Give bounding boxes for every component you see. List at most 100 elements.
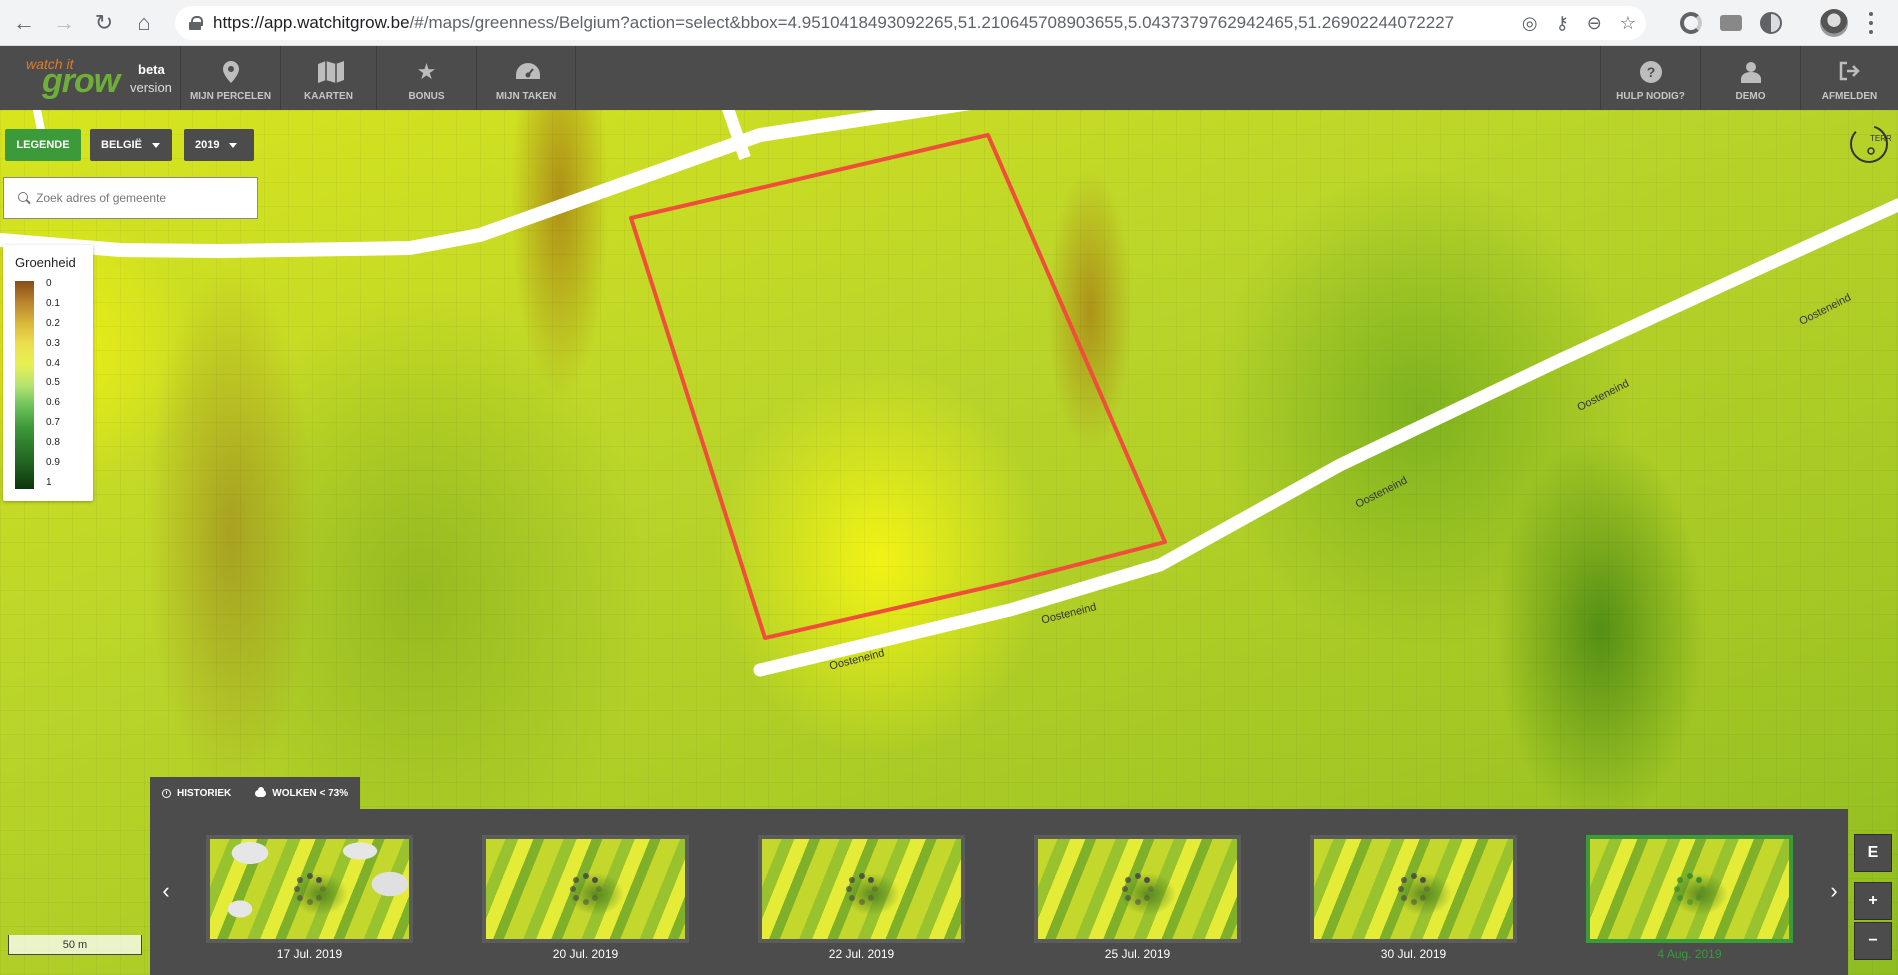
star-icon: ★ bbox=[416, 59, 437, 84]
spinner-dot bbox=[845, 886, 852, 892]
timeline-item[interactable]: 25 Jul. 2019 bbox=[1034, 835, 1241, 961]
nav-kaarten[interactable]: KAARTEN bbox=[280, 46, 376, 110]
nav-mijn-taken[interactable]: MIJN TAKEN bbox=[476, 46, 576, 110]
spinner-dot bbox=[1695, 876, 1702, 883]
loading-spinner-icon bbox=[1673, 872, 1707, 906]
map-e-button[interactable]: E bbox=[1854, 834, 1892, 872]
spinner-dot bbox=[591, 876, 598, 883]
extension-icon[interactable] bbox=[1760, 12, 1782, 34]
nav-label: DEMO bbox=[1735, 91, 1766, 102]
timeline-item[interactable]: 20 Jul. 2019 bbox=[482, 835, 689, 961]
legend-tick: 0.3 bbox=[46, 337, 60, 349]
spinner-dot bbox=[1686, 873, 1693, 879]
map-icon bbox=[317, 61, 344, 83]
spinner-dot bbox=[867, 895, 874, 902]
help-icon: ? bbox=[1639, 61, 1662, 83]
spinner-dot bbox=[1695, 895, 1702, 902]
star-icon[interactable]: ☆ bbox=[1620, 13, 1636, 34]
region-dropdown[interactable]: BELGIË bbox=[90, 129, 172, 161]
spinner-dot bbox=[1419, 876, 1426, 883]
legend-color-ramp bbox=[15, 281, 34, 489]
extension-icon[interactable] bbox=[1680, 12, 1702, 34]
timeline-date: 20 Jul. 2019 bbox=[552, 947, 619, 961]
nav-label: BONUS bbox=[408, 91, 445, 102]
spinner-dot bbox=[1125, 895, 1132, 902]
scale-bar: 50 m bbox=[8, 935, 142, 955]
nav-hulp[interactable]: ? HULP NODIG? bbox=[1600, 46, 1700, 110]
timeline-thumbnail[interactable] bbox=[206, 835, 413, 943]
spinner-dot bbox=[1686, 899, 1693, 905]
timeline-thumbnail[interactable] bbox=[482, 835, 689, 943]
tab-wolken[interactable]: WOLKEN < 73% bbox=[255, 786, 349, 799]
spinner-dot bbox=[849, 895, 856, 902]
tab-label: WOLKEN < 73% bbox=[272, 787, 349, 799]
spinner-dot bbox=[306, 873, 313, 879]
zoom-out-icon[interactable]: ⊖ bbox=[1587, 13, 1602, 34]
spinner-dot bbox=[871, 886, 878, 892]
timeline-thumbnail[interactable] bbox=[1034, 835, 1241, 943]
timeline-item[interactable]: 22 Jul. 2019 bbox=[758, 835, 965, 961]
nav-label: HULP NODIG? bbox=[1616, 91, 1685, 102]
spinner-dot bbox=[1401, 895, 1408, 902]
legende-button[interactable]: LEGENDE bbox=[5, 129, 81, 161]
browser-menu-icon[interactable] bbox=[1868, 12, 1874, 34]
spinner-dot bbox=[867, 876, 874, 883]
spinner-dot bbox=[297, 876, 304, 883]
reload-icon[interactable]: ↻ bbox=[84, 0, 124, 46]
home-icon[interactable]: ⌂ bbox=[124, 0, 164, 46]
spinner-dot bbox=[582, 899, 589, 905]
year-value: 2019 bbox=[195, 139, 220, 151]
road-label: Oosteneind bbox=[1354, 474, 1410, 510]
cast-icon[interactable] bbox=[1720, 15, 1742, 31]
spinner-dot bbox=[569, 886, 576, 892]
watchitgrow-logo[interactable]: watch it grow beta version bbox=[20, 52, 180, 104]
address-bar[interactable]: https://app.watchitgrow.be/#/maps/greenn… bbox=[175, 6, 1646, 40]
image-timeline: ‹ 17 Jul. 2019 20 Jul. 2019 22 Jul. 2019… bbox=[150, 809, 1848, 975]
nav-afmelden[interactable]: AFMELDEN bbox=[1800, 46, 1898, 110]
tab-historiek[interactable]: HISTORIEK bbox=[162, 788, 231, 799]
key-icon[interactable]: ⚷ bbox=[1556, 13, 1569, 34]
legend-tick: 0 bbox=[46, 278, 52, 289]
timeline-thumbnail[interactable] bbox=[758, 835, 965, 943]
prev-arrow-icon[interactable]: ‹ bbox=[156, 879, 176, 903]
url-text[interactable]: https://app.watchitgrow.be/#/maps/greenn… bbox=[213, 13, 1513, 33]
spinner-dot bbox=[1677, 895, 1684, 902]
greenness-map[interactable]: Oosteneind Oosteneind Oosteneind Oostene… bbox=[0, 110, 1898, 975]
address-search[interactable] bbox=[3, 177, 258, 219]
spinner-dot bbox=[1147, 886, 1154, 892]
spinner-dot bbox=[1401, 876, 1408, 883]
nav-label: MIJN PERCELEN bbox=[189, 91, 272, 102]
legend-tick: 0.4 bbox=[46, 357, 60, 369]
timeline-thumbnail[interactable] bbox=[1586, 835, 1793, 943]
year-dropdown[interactable]: 2019 bbox=[184, 129, 254, 161]
spinner-dot bbox=[858, 873, 865, 879]
location-icon[interactable]: ◎ bbox=[1522, 13, 1538, 34]
spinner-dot bbox=[319, 886, 326, 892]
spinner-dot bbox=[1134, 899, 1141, 905]
timeline-tabs: HISTORIEK WOLKEN < 73% bbox=[150, 777, 361, 809]
parcel-outline[interactable] bbox=[629, 133, 1167, 640]
spinner-dot bbox=[591, 895, 598, 902]
zoom-in-button[interactable]: + bbox=[1854, 882, 1892, 920]
spinner-dot bbox=[315, 895, 322, 902]
nav-bonus[interactable]: ★ BONUS bbox=[376, 46, 476, 110]
timeline-item-active[interactable]: 4 Aug. 2019 bbox=[1586, 835, 1793, 961]
spinner-dot bbox=[297, 895, 304, 902]
back-icon[interactable]: ← bbox=[4, 0, 44, 46]
nav-mijn-percelen[interactable]: MIJN PERCELEN bbox=[180, 46, 280, 110]
nav-demo[interactable]: DEMO bbox=[1700, 46, 1800, 110]
next-arrow-icon[interactable]: › bbox=[1824, 879, 1844, 903]
url-path: /#/maps/greenness/Belgium?action=select&… bbox=[409, 13, 1455, 32]
legend-tick: 0.9 bbox=[46, 457, 60, 469]
legend-tick: 0.2 bbox=[46, 317, 60, 329]
search-input[interactable] bbox=[36, 191, 256, 205]
zoom-out-button[interactable]: − bbox=[1854, 922, 1892, 960]
timeline-item[interactable]: 30 Jul. 2019 bbox=[1310, 835, 1517, 961]
profile-avatar[interactable] bbox=[1820, 9, 1848, 37]
user-icon bbox=[1740, 61, 1762, 83]
legend-tick: 0.7 bbox=[46, 417, 60, 429]
timeline-thumbnail[interactable] bbox=[1310, 835, 1517, 943]
lock-icon bbox=[189, 16, 203, 30]
forward-icon[interactable]: → bbox=[44, 0, 84, 46]
timeline-item[interactable]: 17 Jul. 2019 bbox=[206, 835, 413, 961]
